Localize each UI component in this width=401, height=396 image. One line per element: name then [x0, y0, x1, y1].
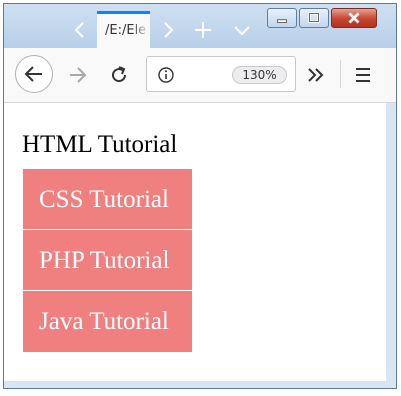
- menu-item-css[interactable]: CSS Tutorial: [23, 169, 192, 230]
- zoom-level-badge[interactable]: 130%: [232, 66, 287, 84]
- minimize-button[interactable]: [267, 8, 297, 28]
- hamburger-menu-icon[interactable]: [354, 66, 372, 84]
- back-button[interactable]: [15, 55, 53, 93]
- scroll-tabs-right-icon[interactable]: [154, 18, 182, 42]
- info-icon[interactable]: [157, 66, 175, 84]
- forward-arrow-icon[interactable]: [66, 64, 90, 86]
- tab-fade: [132, 14, 150, 48]
- overflow-chevrons-icon[interactable]: [306, 65, 326, 85]
- browser-window: /E:/Ele 130% HTML Tutorial CSS Tutorial …: [3, 3, 397, 389]
- tutorial-menu: CSS Tutorial PHP Tutorial Java Tutorial: [23, 169, 192, 352]
- back-arrow-icon: [24, 66, 42, 82]
- menu-item-php[interactable]: PHP Tutorial: [23, 230, 192, 291]
- page-heading: HTML Tutorial: [22, 131, 178, 158]
- url-bar[interactable]: 130%: [146, 56, 296, 92]
- toolbar-divider: [340, 60, 341, 88]
- maximize-button[interactable]: [299, 8, 329, 28]
- navigation-toolbar: 130%: [4, 48, 396, 103]
- close-button[interactable]: [331, 8, 377, 28]
- tab-active[interactable]: /E:/Ele: [97, 11, 150, 48]
- menu-item-java[interactable]: Java Tutorial: [23, 291, 192, 352]
- page-content: HTML Tutorial CSS Tutorial PHP Tutorial …: [4, 103, 386, 381]
- minimize-icon: [277, 19, 287, 23]
- window-bottom-frame: [4, 381, 396, 388]
- close-icon: [348, 12, 360, 24]
- title-bar: /E:/Ele: [4, 4, 396, 48]
- window-right-frame: [386, 103, 396, 381]
- reload-icon[interactable]: [107, 63, 131, 87]
- new-tab-icon[interactable]: [189, 18, 217, 42]
- list-tabs-icon[interactable]: [228, 18, 256, 42]
- scroll-tabs-left-icon[interactable]: [66, 18, 94, 42]
- restore-icon: [308, 12, 320, 23]
